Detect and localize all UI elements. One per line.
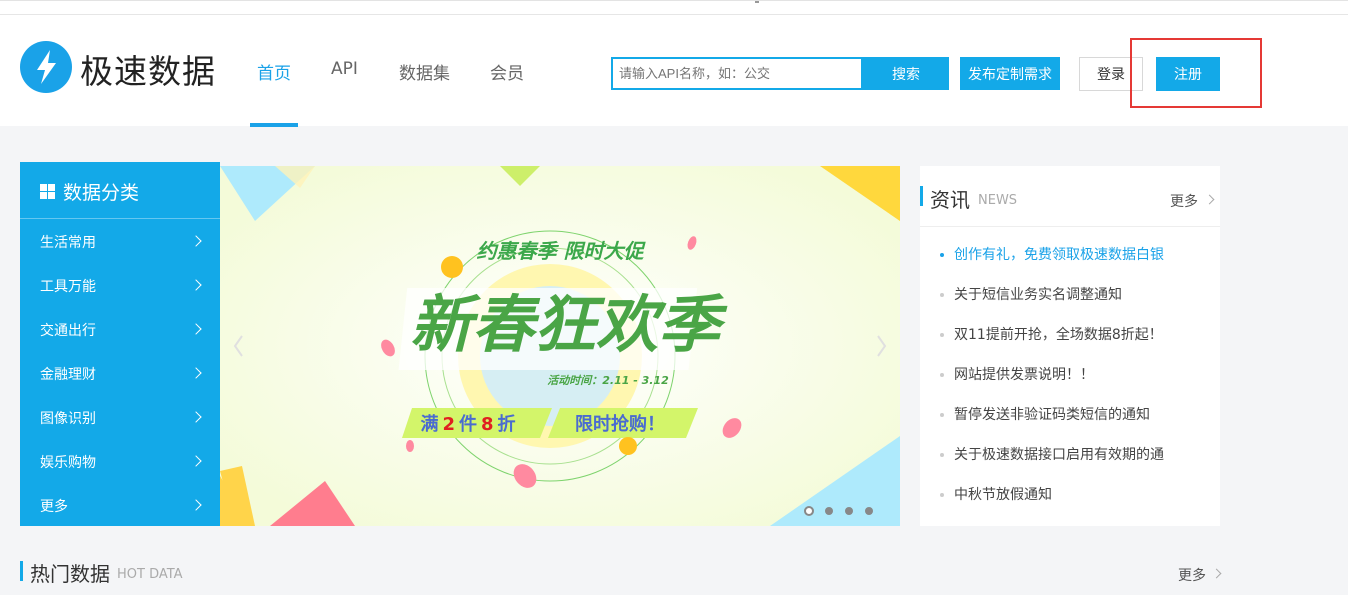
carousel-dot-2[interactable]	[825, 507, 833, 515]
banner-artwork: 约惠春季 限时大促 新春狂欢季 活动时间：2.11 - 3.12 满2件8折 限…	[220, 166, 900, 526]
hot-data-subtitle: HOT DATA	[117, 567, 183, 582]
news-item[interactable]: 关于极速数据接口启用有效期的通	[940, 444, 1210, 464]
promo-banner[interactable]: 约惠春季 限时大促 新春狂欢季 活动时间：2.11 - 3.12 满2件8折 限…	[220, 166, 900, 526]
chevron-right-icon	[1204, 194, 1215, 205]
hot-data-title: 热门数据	[30, 562, 110, 586]
news-accent-bar	[920, 186, 923, 206]
bullet-icon	[940, 253, 944, 257]
carousel-dot-1[interactable]	[804, 506, 814, 516]
publish-request-button[interactable]: 发布定制需求	[960, 57, 1060, 90]
chevron-right-icon	[190, 323, 202, 335]
news-panel: 资讯 NEWS 更多 创作有礼，免费领取极速数据白银 关于短信业务实名调整通知 …	[920, 166, 1220, 526]
nav-home[interactable]: 首页	[257, 59, 291, 84]
category-title: 数据分类	[40, 178, 139, 205]
chevron-right-icon	[190, 499, 202, 511]
category-item-traffic[interactable]: 交通出行	[40, 320, 220, 340]
news-subtitle: NEWS	[978, 193, 1018, 208]
category-item-life[interactable]: 生活常用	[40, 232, 220, 252]
chevron-right-icon	[190, 235, 202, 247]
category-item-more[interactable]: 更多	[40, 496, 220, 516]
banner-offer-text: 满2件8折	[420, 413, 515, 435]
category-item-tools[interactable]: 工具万能	[40, 276, 220, 296]
bullet-icon	[940, 293, 944, 297]
hot-accent-bar	[20, 561, 23, 581]
chevron-right-icon	[190, 455, 202, 467]
bullet-icon	[940, 453, 944, 457]
top-divider	[0, 14, 1348, 15]
news-item[interactable]: 网站提供发票说明！！	[940, 364, 1210, 384]
banner-date: 活动时间：2.11 - 3.12	[547, 374, 669, 387]
search-button[interactable]: 搜索	[863, 57, 949, 90]
news-item[interactable]: 创作有礼，免费领取极速数据白银	[940, 244, 1210, 264]
bullet-icon	[940, 373, 944, 377]
chevron-right-icon	[190, 411, 202, 423]
bullet-icon	[940, 333, 944, 337]
top-tick	[755, 1, 759, 3]
news-divider	[920, 226, 1220, 227]
category-item-finance[interactable]: 金融理财	[40, 364, 220, 384]
banner-slogan: 约惠春季 限时大促	[477, 239, 647, 263]
hot-data-more-link[interactable]: 更多	[1178, 565, 1206, 585]
chevron-right-icon	[190, 279, 202, 291]
news-title: 资讯	[930, 188, 970, 212]
search-input[interactable]	[611, 57, 863, 90]
banner-cta: 限时抢购！	[575, 413, 665, 435]
grid-icon	[40, 184, 55, 199]
carousel-dot-4[interactable]	[865, 507, 873, 515]
category-item-image[interactable]: 图像识别	[40, 408, 220, 428]
carousel-dot-3[interactable]	[845, 507, 853, 515]
category-item-entertainment[interactable]: 娱乐购物	[40, 452, 220, 472]
news-item[interactable]: 双11提前开抢，全场数据8折起！	[940, 324, 1210, 344]
chevron-right-icon	[1211, 568, 1222, 579]
brand-name[interactable]: 极速数据	[80, 45, 216, 93]
news-item[interactable]: 关于短信业务实名调整通知	[940, 284, 1210, 304]
category-panel: 数据分类 生活常用 工具万能 交通出行 金融理财 图像识别 娱乐购物 更多	[20, 162, 220, 526]
nav-api[interactable]: API	[331, 59, 358, 79]
news-more-link[interactable]: 更多	[1170, 191, 1198, 211]
category-divider	[20, 218, 220, 219]
nav-active-indicator	[250, 123, 298, 127]
nav-membership[interactable]: 会员	[490, 59, 524, 84]
register-highlight-frame	[1130, 38, 1262, 108]
bullet-icon	[940, 493, 944, 497]
chevron-right-icon	[190, 367, 202, 379]
news-item[interactable]: 暂停发送非验证码类短信的通知	[940, 404, 1210, 424]
bullet-icon	[940, 413, 944, 417]
news-item[interactable]: 中秋节放假通知	[940, 484, 1210, 504]
nav-datasets[interactable]: 数据集	[399, 59, 450, 84]
banner-headline: 新春狂欢季	[410, 288, 728, 361]
logo-icon[interactable]	[20, 41, 72, 93]
